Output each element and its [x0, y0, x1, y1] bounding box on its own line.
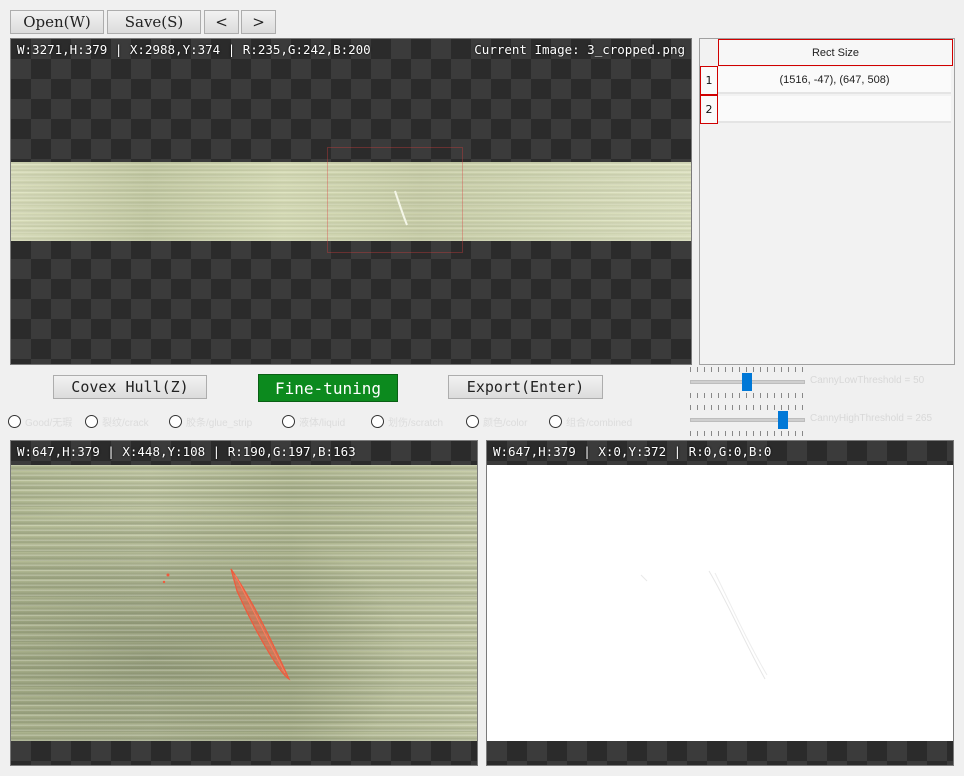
radio-glue-strip[interactable]: 胶条/glue_strip — [169, 414, 252, 429]
edge-lines — [640, 570, 768, 680]
main-info-bar: W:3271,H:379 | X:2988,Y:374 | R:235,G:24… — [11, 39, 691, 61]
canny-low-label: CannyLowThreshold = 50 — [810, 375, 925, 386]
radio-dot[interactable] — [549, 415, 562, 428]
radio-label: 胶条/glue_strip — [186, 418, 253, 429]
radio-crack[interactable]: 裂纹/crack — [85, 414, 149, 429]
rect-cell-1[interactable]: (1516, -47), (647, 508) — [718, 67, 951, 94]
edge-info-text: W:647,H:379 | X:0,Y:372 | R:0,G:0,B:0 — [493, 444, 772, 459]
row-header-1[interactable]: 1 — [700, 66, 718, 95]
next-button[interactable]: > — [241, 10, 276, 34]
low-ticks-bottom — [690, 393, 805, 398]
main-info-text: W:3271,H:379 | X:2988,Y:374 | R:235,G:24… — [17, 42, 371, 57]
radio-label: 颜色/color — [483, 418, 528, 429]
radio-dot[interactable] — [8, 415, 21, 428]
save-button[interactable]: Save(S) — [107, 10, 201, 34]
radio-label: Good/无瑕 — [25, 418, 73, 429]
canny-high-label: CannyHighThreshold = 265 — [810, 413, 933, 424]
radio-label: 液体/liquid — [299, 418, 346, 429]
main-image-view[interactable]: W:3271,H:379 | X:2988,Y:374 | R:235,G:24… — [10, 38, 692, 365]
radio-color[interactable]: 颜色/color — [466, 414, 527, 429]
radio-liquid[interactable]: 液体/liquid — [282, 414, 345, 429]
cropped-image-view[interactable]: W:647,H:379 | X:448,Y:108 | R:190,G:197,… — [10, 440, 478, 766]
edge-info-bar: W:647,H:379 | X:0,Y:372 | R:0,G:0,B:0 — [487, 441, 953, 463]
high-thumb[interactable] — [778, 411, 788, 429]
open-button[interactable]: Open(W) — [10, 10, 104, 34]
row-header-2[interactable]: 2 — [700, 95, 718, 124]
cropped-info-bar: W:647,H:379 | X:448,Y:108 | R:190,G:197,… — [11, 441, 477, 463]
prev-button[interactable]: < — [204, 10, 239, 34]
main-defect-mark — [394, 190, 408, 226]
export-button[interactable]: Export(Enter) — [448, 375, 603, 399]
rect-cell-2[interactable] — [718, 96, 951, 123]
low-ticks-top — [690, 367, 805, 372]
convex-hull-button[interactable]: Covex Hull(Z) — [53, 375, 207, 399]
high-ticks-top — [690, 405, 805, 410]
edge-image-view[interactable]: W:647,H:379 | X:0,Y:372 | R:0,G:0,B:0 — [486, 440, 954, 766]
canny-low-slider[interactable]: CannyLowThreshold = 50 — [690, 366, 950, 398]
radio-good[interactable]: Good/无瑕 — [8, 414, 72, 429]
rect-table: Rect Size 1 (1516, -47), (647, 508) 2 — [699, 38, 955, 365]
radio-dot[interactable] — [282, 415, 295, 428]
fine-tuning-button[interactable]: Fine-tuning — [258, 374, 398, 402]
low-thumb[interactable] — [742, 373, 752, 391]
rect-size-header[interactable]: Rect Size — [718, 39, 953, 66]
defect-highlight — [162, 568, 291, 681]
radio-dot[interactable] — [85, 415, 98, 428]
radio-label: 组合/combined — [566, 418, 633, 429]
radio-combined[interactable]: 组合/combined — [549, 414, 632, 429]
radio-label: 裂纹/crack — [102, 418, 149, 429]
current-image-name: Current Image: 3_cropped.png — [474, 42, 685, 57]
radio-dot[interactable] — [169, 415, 182, 428]
radio-dot[interactable] — [466, 415, 479, 428]
radio-scratch[interactable]: 划伤/scratch — [371, 414, 443, 429]
high-ticks-bottom — [690, 431, 805, 436]
radio-label: 划伤/scratch — [388, 418, 444, 429]
cropped-info-text: W:647,H:379 | X:448,Y:108 | R:190,G:197,… — [17, 444, 356, 459]
canny-high-slider[interactable]: CannyHighThreshold = 265 — [690, 404, 950, 436]
radio-dot[interactable] — [371, 415, 384, 428]
